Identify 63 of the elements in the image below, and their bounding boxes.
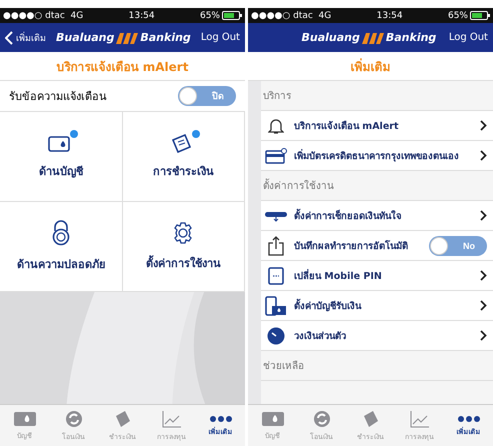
logo-text: Banking [386, 31, 436, 44]
chevron-icon [480, 210, 487, 221]
menu-tile[interactable]: การชำระเงิน [122, 112, 245, 202]
share-icon [268, 236, 284, 256]
section-heading: ช่วยเหลือ [261, 351, 493, 381]
device-icon [265, 296, 287, 316]
list-row[interactable]: เปลี่ยน Mobile PIN [261, 261, 493, 291]
clock-text: 13:54 [128, 10, 155, 20]
logo-text: Banking [140, 31, 191, 44]
battery-text: 65% [448, 10, 468, 20]
list-row[interactable]: เพิ่มบัตรเครดิตธนาคารกรุงเทพของตนเอง [261, 141, 493, 171]
transfer-icon [312, 410, 330, 428]
lock-icon [50, 220, 72, 246]
list-row[interactable]: บริการแจ้งเตือน mAlert [261, 111, 493, 141]
battery-text: 65% [200, 10, 220, 20]
logout-button[interactable]: Log Out [200, 32, 240, 43]
back-icon [5, 30, 13, 44]
row-label: บันทึกผลทำรายการอัตโนมัติ [294, 239, 409, 253]
page-title: บริการแจ้งเตือน mAlert [0, 52, 245, 81]
carrier-text: ●●●●○ dtac 4G [251, 10, 332, 20]
row-label: วงเงินส่วนตัว [294, 330, 347, 343]
row-label: เปลี่ยน Mobile PIN [294, 268, 383, 283]
wallet-icon [260, 410, 284, 426]
row-label: บริการแจ้งเตือน mAlert [294, 120, 400, 133]
back-button[interactable]: เพิ่มเติม [5, 30, 46, 44]
chevron-icon [480, 270, 487, 281]
phone-icon [268, 266, 284, 284]
chevron-icon [480, 120, 487, 131]
pull-down-icon [265, 210, 287, 222]
row-label: ตั้งค่าการเช็กยอดเงินทันใจ [294, 208, 474, 223]
transfer-icon [64, 410, 82, 428]
menu-tile[interactable]: ด้านความปลอดภัย [0, 202, 122, 292]
row-label: เพิ่มบัตรเครดิตธนาคารกรุงเทพของตนเอง [294, 148, 460, 163]
chevron-icon [480, 330, 487, 341]
logo-mark-icon [360, 30, 386, 44]
credit-card-icon [265, 148, 287, 164]
logo-text: Bualuang [56, 31, 114, 44]
bell-icon [268, 116, 284, 134]
setting-label: รับข้อความแจ้งเตือน [9, 89, 107, 105]
gauge-icon [267, 326, 285, 344]
list-row[interactable]: วงเงินส่วนตัว [261, 321, 493, 351]
battery-icon [222, 11, 242, 20]
bill-icon [114, 410, 132, 428]
menu-tile[interactable]: ตั้งค่าการใช้งาน [122, 202, 245, 292]
wallet-icon [12, 410, 36, 426]
clock-text: 13:54 [376, 10, 403, 20]
list-row[interactable]: ตั้งค่าการเช็กยอดเงินทันใจ [261, 201, 493, 231]
menu-tile[interactable]: ด้านบัญชี [0, 112, 122, 202]
logout-button[interactable]: Log Out [448, 32, 488, 43]
row-label: ตั้งค่าบัญชีรับเงิน [294, 298, 474, 313]
bill-icon [362, 410, 380, 428]
page-title: เพิ่มเติม [248, 52, 493, 81]
chevron-icon [480, 300, 487, 311]
more-icon [210, 414, 232, 422]
chart-icon [162, 410, 182, 428]
chevron-icon [480, 150, 487, 161]
list-row[interactable]: ตั้งค่าบัญชีรับเงิน [261, 291, 493, 321]
logo-text: Bualuang [302, 31, 360, 44]
battery-icon [470, 11, 490, 20]
logo-mark-icon [114, 30, 140, 44]
chart-icon [410, 410, 430, 428]
carrier-text: ●●●●○ dtac 4G [3, 10, 84, 20]
more-icon [458, 414, 480, 422]
